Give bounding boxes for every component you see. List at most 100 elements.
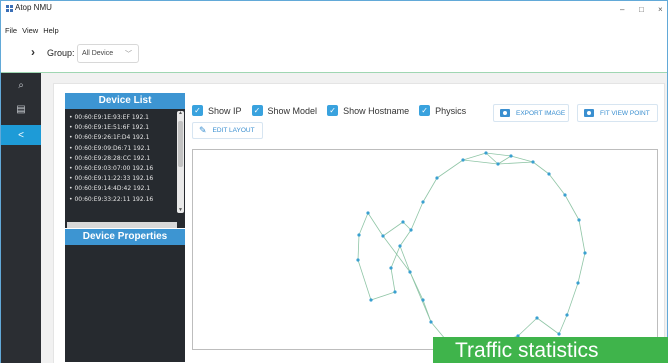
- topology-link: [485, 152, 499, 165]
- physics-checkbox[interactable]: ✓ Physics: [419, 105, 466, 116]
- topology-node[interactable]: [461, 158, 465, 162]
- topology-node[interactable]: [531, 160, 535, 164]
- topology-node[interactable]: [398, 244, 402, 248]
- topology-node[interactable]: [369, 298, 373, 302]
- app-logo-icon: [6, 5, 13, 12]
- topology-link: [532, 161, 550, 175]
- show-model-checkbox[interactable]: ✓ Show Model: [251, 105, 318, 116]
- fit-view-icon: [584, 109, 594, 117]
- topology-node[interactable]: [393, 290, 397, 294]
- list-icon: ▤: [16, 103, 26, 115]
- topology-node[interactable]: [565, 313, 569, 317]
- menu-help[interactable]: Help: [43, 26, 58, 35]
- menu-file[interactable]: File: [5, 26, 17, 35]
- topology-node[interactable]: [535, 316, 539, 320]
- topology-node[interactable]: [408, 270, 412, 274]
- chevron-right-icon[interactable]: ›: [31, 45, 35, 59]
- display-options: ✓ Show IP ✓ Show Model ✓ Show Hostname ✓…: [192, 105, 476, 116]
- list-item[interactable]: • 00:60:E9:14:4D:42 192.1: [69, 184, 185, 194]
- title-bar: Atop NMU – □ ×: [1, 1, 667, 25]
- sidebar: ⌕ ▤ <: [1, 73, 41, 363]
- topology-node[interactable]: [435, 176, 439, 180]
- topology-link: [382, 221, 404, 237]
- edit-layout-button[interactable]: ✎ EDIT LAYOUT: [192, 122, 263, 139]
- list-item[interactable]: • 00:60:E9:1E:93:EF 192.1: [69, 113, 185, 123]
- topology-link: [497, 155, 512, 165]
- topology-link: [399, 229, 412, 247]
- list-item[interactable]: • 00:60:E9:28:28:CC 192.1: [69, 154, 185, 164]
- list-item[interactable]: • 00:60:E9:1E:51:6F 192.1: [69, 123, 185, 133]
- topology-node[interactable]: [429, 320, 433, 324]
- app-title: Atop NMU: [15, 3, 52, 12]
- topology-link: [357, 234, 360, 261]
- list-item[interactable]: • 00:60:E9:03:07:00 192.16: [69, 164, 185, 174]
- close-button[interactable]: ×: [658, 5, 663, 14]
- topology-node[interactable]: [366, 211, 370, 215]
- topology-node[interactable]: [421, 200, 425, 204]
- device-list-title: Device List: [65, 93, 185, 109]
- sidebar-item-topology[interactable]: <: [1, 125, 41, 145]
- show-ip-checkbox[interactable]: ✓ Show IP: [192, 105, 242, 116]
- topology-node[interactable]: [577, 218, 581, 222]
- share-icon: <: [18, 129, 24, 141]
- topology-node[interactable]: [389, 266, 393, 270]
- topology-node[interactable]: [484, 151, 488, 155]
- list-item[interactable]: • 00:60:E9:33:22:11 192.16: [69, 195, 185, 205]
- topology-node[interactable]: [563, 193, 567, 197]
- topology-link: [409, 271, 432, 323]
- sidebar-item-list[interactable]: ▤: [1, 99, 41, 119]
- menu-bar: File View Help: [5, 26, 59, 35]
- export-image-label: EXPORT IMAGE: [516, 109, 566, 117]
- topology-link: [485, 152, 512, 157]
- topology-node[interactable]: [547, 172, 551, 176]
- topology-node[interactable]: [401, 220, 405, 224]
- pencil-icon: ✎: [199, 125, 207, 135]
- topology-node[interactable]: [381, 234, 385, 238]
- topology-node[interactable]: [357, 233, 361, 237]
- group-select-value: All Device: [82, 50, 114, 57]
- list-item[interactable]: • 00:60:E9:26:1F:D4 192.1: [69, 133, 185, 143]
- topology-node[interactable]: [576, 281, 580, 285]
- topology-link: [390, 267, 396, 293]
- horizontal-scrollbar[interactable]: [67, 222, 177, 228]
- sidebar-item-search[interactable]: ⌕: [1, 75, 41, 95]
- topology-link: [436, 159, 464, 179]
- search-icon: ⌕: [18, 79, 24, 91]
- export-image-button[interactable]: EXPORT IMAGE: [493, 104, 569, 122]
- topology-node[interactable]: [557, 332, 561, 336]
- fit-view-point-button[interactable]: FIT VIEW POINT: [577, 104, 658, 122]
- topology-link: [410, 201, 424, 231]
- topology-node[interactable]: [421, 298, 425, 302]
- scrollbar-thumb[interactable]: [178, 121, 183, 167]
- maximize-button[interactable]: □: [639, 5, 644, 14]
- topology-node[interactable]: [409, 228, 413, 232]
- scroll-up-icon[interactable]: ▲: [177, 110, 184, 116]
- minimize-button[interactable]: –: [620, 5, 624, 14]
- menu-view[interactable]: View: [22, 26, 38, 35]
- list-item[interactable]: • 00:60:E9:09:D6:71 192.1: [69, 144, 185, 154]
- topology-link: [510, 155, 534, 163]
- group-bar: › Group: All Device ﹀: [1, 39, 667, 73]
- topology-link: [382, 235, 411, 273]
- topology-link: [357, 259, 372, 301]
- topology-edges: [357, 152, 586, 347]
- topology-link: [517, 317, 538, 337]
- group-select[interactable]: All Device ﹀: [77, 44, 139, 63]
- topology-node[interactable]: [509, 154, 513, 158]
- topology-canvas[interactable]: [192, 149, 658, 350]
- show-model-label: Show Model: [267, 105, 318, 116]
- vertical-scrollbar[interactable]: ▲ ▼: [177, 110, 184, 213]
- topology-link: [536, 317, 560, 335]
- topology-nodes[interactable]: [356, 151, 587, 348]
- device-properties-panel: Device Properties: [65, 229, 185, 362]
- show-ip-label: Show IP: [208, 105, 242, 116]
- topology-link: [548, 173, 566, 196]
- scroll-down-icon[interactable]: ▼: [177, 207, 184, 213]
- list-item[interactable]: • 00:60:E9:11:22:33 192.16: [69, 174, 185, 184]
- topology-node[interactable]: [583, 251, 587, 255]
- fit-view-point-label: FIT VIEW POINT: [600, 109, 650, 117]
- show-hostname-checkbox[interactable]: ✓ Show Hostname: [327, 105, 409, 116]
- topology-node[interactable]: [356, 258, 360, 262]
- topology-graph[interactable]: [193, 150, 657, 349]
- topology-node[interactable]: [496, 162, 500, 166]
